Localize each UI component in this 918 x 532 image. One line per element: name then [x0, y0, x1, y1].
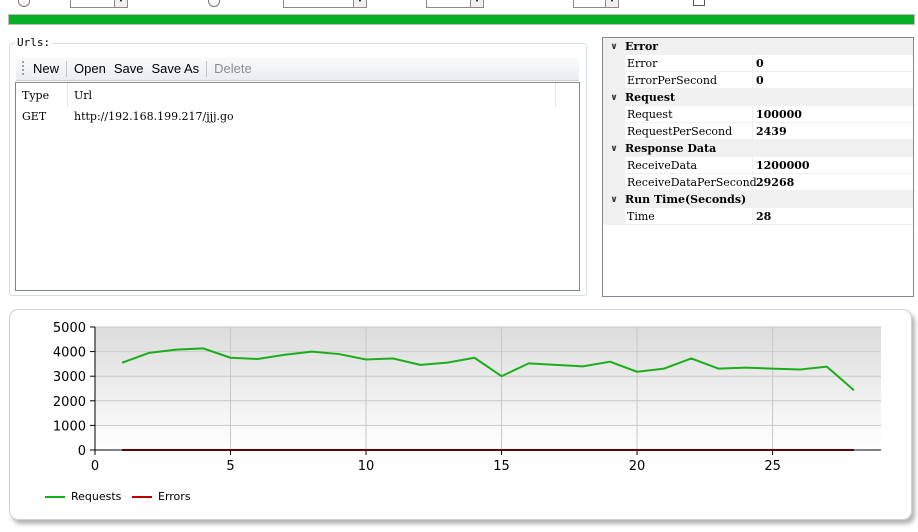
y-tick-label: 2000 [53, 395, 86, 410]
line-chart: 0 1000 2000 3000 4000 5000 0 5 10 15 20 25 [53, 321, 881, 474]
y-tick-label: 0 [78, 444, 86, 459]
x-tick-label: 20 [629, 459, 646, 474]
legend-item-errors: Errors [132, 490, 191, 503]
x-tick-label: 10 [358, 459, 375, 474]
y-tick-label: 3000 [53, 370, 86, 385]
legend-label: Errors [158, 490, 191, 503]
legend-item-requests: Requests [45, 490, 121, 503]
plot-area [95, 327, 881, 450]
x-tick-label: 5 [226, 459, 234, 474]
legend-swatch [132, 495, 152, 498]
y-tick-label: 4000 [53, 346, 86, 361]
x-tick-label: 25 [764, 459, 781, 474]
legend-swatch [45, 495, 65, 498]
y-tick-label: 5000 [53, 321, 86, 336]
legend-label: Requests [71, 490, 122, 503]
y-tick-label: 1000 [53, 419, 86, 434]
x-tick-label: 15 [493, 459, 510, 474]
x-tick-label: 0 [91, 459, 99, 474]
